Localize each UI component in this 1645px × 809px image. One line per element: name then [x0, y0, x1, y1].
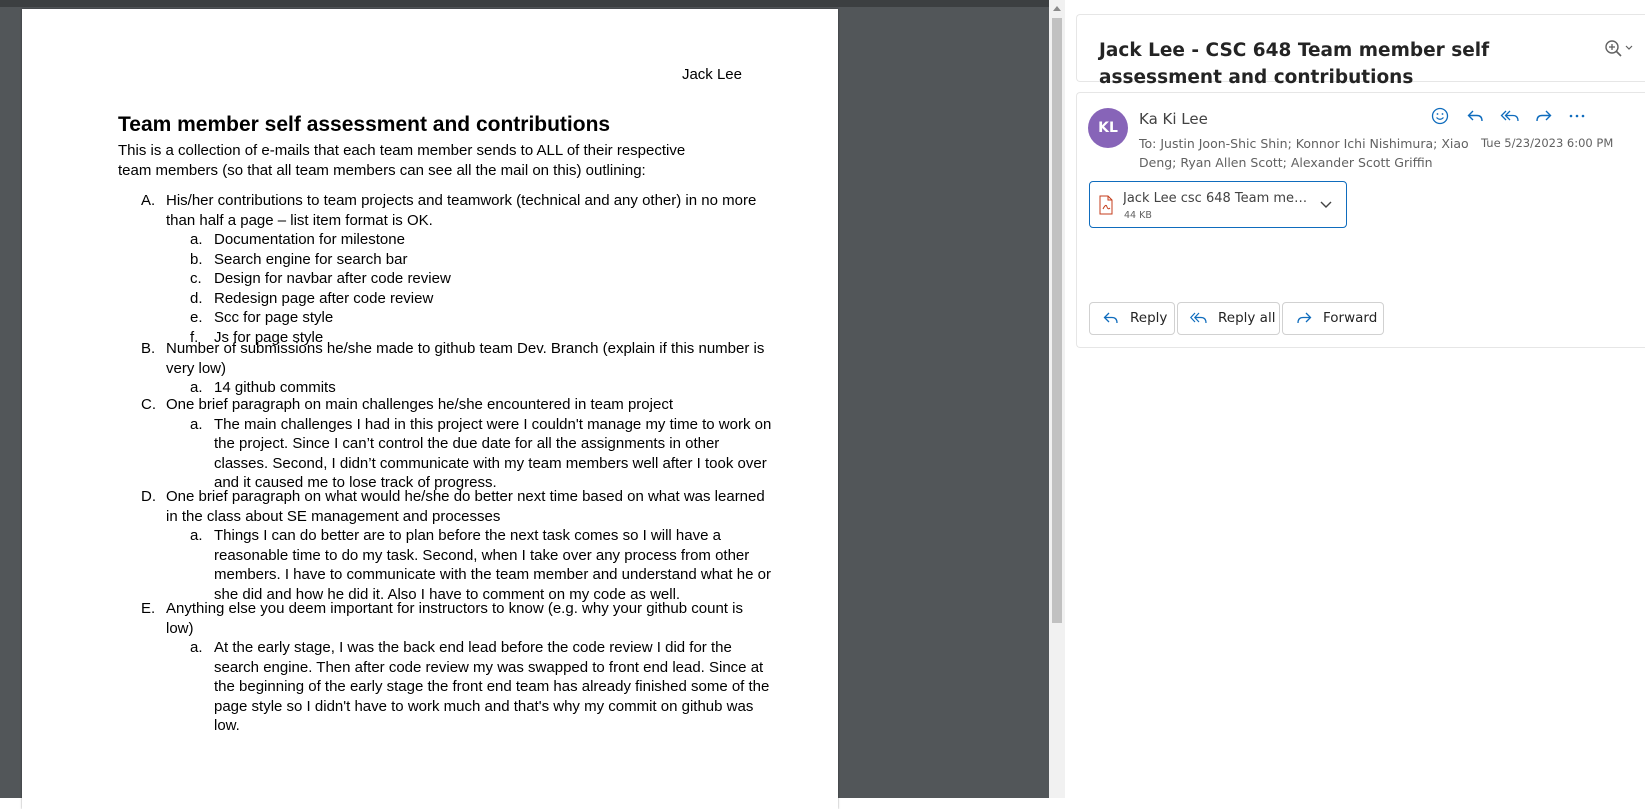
reading-pane: Jack Lee - CSC 648 Team member self asse…: [1066, 0, 1645, 798]
message-card: KL Ka Ki Lee To: Justin Joon-Shic Shin; …: [1076, 92, 1645, 348]
document-author: Jack Lee: [681, 66, 742, 83]
list-item: e. Scc for page style: [118, 308, 772, 328]
list-item: a. At the early stage, I was the back end…: [118, 638, 772, 736]
list-item: c. Design for navbar after code review: [118, 269, 772, 289]
zoom-icon[interactable]: [1601, 37, 1635, 61]
item-text: Things I can do better are to plan befor…: [214, 527, 771, 603]
list-item: d. Redesign page after code review: [118, 289, 772, 309]
document-intro: This is a collection of e-mails that eac…: [118, 142, 686, 179]
reply-label: Reply: [1130, 310, 1168, 326]
forward-icon: [1297, 312, 1312, 324]
sent-date: Tue 5/23/2023 6:00 PM: [1481, 136, 1614, 150]
reply-button[interactable]: Reply: [1089, 302, 1175, 335]
section-a: A. His/her contributions to team project…: [118, 191, 772, 347]
pdf-page: Jack Lee Team member self assessment and…: [22, 9, 838, 809]
item-label: a.: [190, 415, 203, 433]
more-icon[interactable]: [1566, 105, 1588, 127]
section-e: E. Anything else you deem important for …: [118, 599, 772, 736]
section-text: Number of submissions he/she made to git…: [166, 340, 765, 377]
document-title: Team member self assessment and contribu…: [118, 113, 611, 136]
item-label: a.: [190, 527, 203, 544]
reply-all-label: Reply all: [1218, 310, 1276, 326]
item-text: At the early stage, I was the back end l…: [214, 639, 770, 734]
reply-all-button[interactable]: Reply all: [1177, 302, 1280, 335]
pdf-file-icon: [1099, 195, 1113, 215]
list-item: a. Documentation for milestone: [118, 230, 772, 250]
item-text: Design for navbar after code review: [214, 270, 451, 287]
forward-icon[interactable]: [1533, 105, 1555, 127]
sender-name[interactable]: Ka Ki Lee: [1139, 110, 1208, 128]
section-c: C. One brief paragraph on main challenge…: [118, 395, 772, 493]
pdf-viewer: Jack Lee Team member self assessment and…: [0, 0, 1049, 809]
section-text: His/her contributions to team projects a…: [166, 192, 757, 229]
item-label: d.: [190, 289, 203, 307]
attachment-size: 44 KB: [1124, 210, 1152, 221]
item-label: c.: [190, 270, 202, 287]
reply-all-icon: [1190, 312, 1207, 324]
section-d: D. One brief paragraph on what would he/…: [118, 487, 772, 604]
avatar[interactable]: KL: [1088, 108, 1128, 148]
item-text: The main challenges I had in this projec…: [214, 415, 772, 492]
reply-icon: [1103, 312, 1118, 324]
item-text: Scc for page style: [214, 309, 334, 326]
section-text: One brief paragraph on what would he/she…: [166, 488, 765, 525]
list-item: a. Things I can do better are to plan bef…: [118, 526, 772, 604]
reply-icon[interactable]: [1464, 105, 1486, 127]
viewer-toolbar: [0, 0, 1049, 7]
section-label: E.: [141, 600, 156, 617]
item-label: a.: [190, 231, 203, 248]
section-text: Anything else you deem important for ins…: [166, 600, 743, 637]
email-subject: Jack Lee - CSC 648 Team member self asse…: [1099, 40, 1490, 88]
subject-header: Jack Lee - CSC 648 Team member self asse…: [1076, 14, 1645, 88]
viewer-scrollbar[interactable]: [1049, 0, 1065, 798]
item-text: Search engine for search bar: [214, 250, 408, 268]
section-b: B. Number of submissions he/she made to …: [118, 339, 772, 398]
forward-button[interactable]: Forward: [1282, 302, 1384, 335]
item-label: e.: [190, 309, 203, 326]
item-label: b.: [190, 250, 203, 268]
list-item: a. The main challenges I had in this proj…: [118, 415, 772, 493]
item-text: Redesign page after code review: [214, 289, 434, 307]
item-text: Documentation for milestone: [214, 231, 405, 248]
forward-label: Forward: [1323, 310, 1378, 326]
attachment[interactable]: Jack Lee csc 648 Team member self assess…: [1089, 181, 1347, 228]
section-label: A.: [141, 192, 156, 209]
list-item: b. Search engine for search bar: [118, 250, 772, 270]
section-label: D.: [141, 488, 156, 505]
attachment-name: Jack Lee csc 648 Team member self assess…: [1123, 191, 1313, 206]
section-label: C.: [141, 396, 156, 413]
recipients: To: Justin Joon-Shic Shin; Konnor Ichi N…: [1139, 136, 1469, 170]
item-label: a.: [190, 639, 203, 656]
emoji-icon[interactable]: [1429, 105, 1451, 127]
reply-all-icon[interactable]: [1499, 105, 1521, 127]
scroll-thumb[interactable]: [1052, 18, 1062, 623]
section-text: One brief paragraph on main challenges h…: [166, 396, 673, 413]
section-label: B.: [141, 340, 156, 357]
chevron-down-icon[interactable]: [1319, 197, 1333, 211]
scroll-up-arrow-icon[interactable]: [1053, 6, 1061, 11]
